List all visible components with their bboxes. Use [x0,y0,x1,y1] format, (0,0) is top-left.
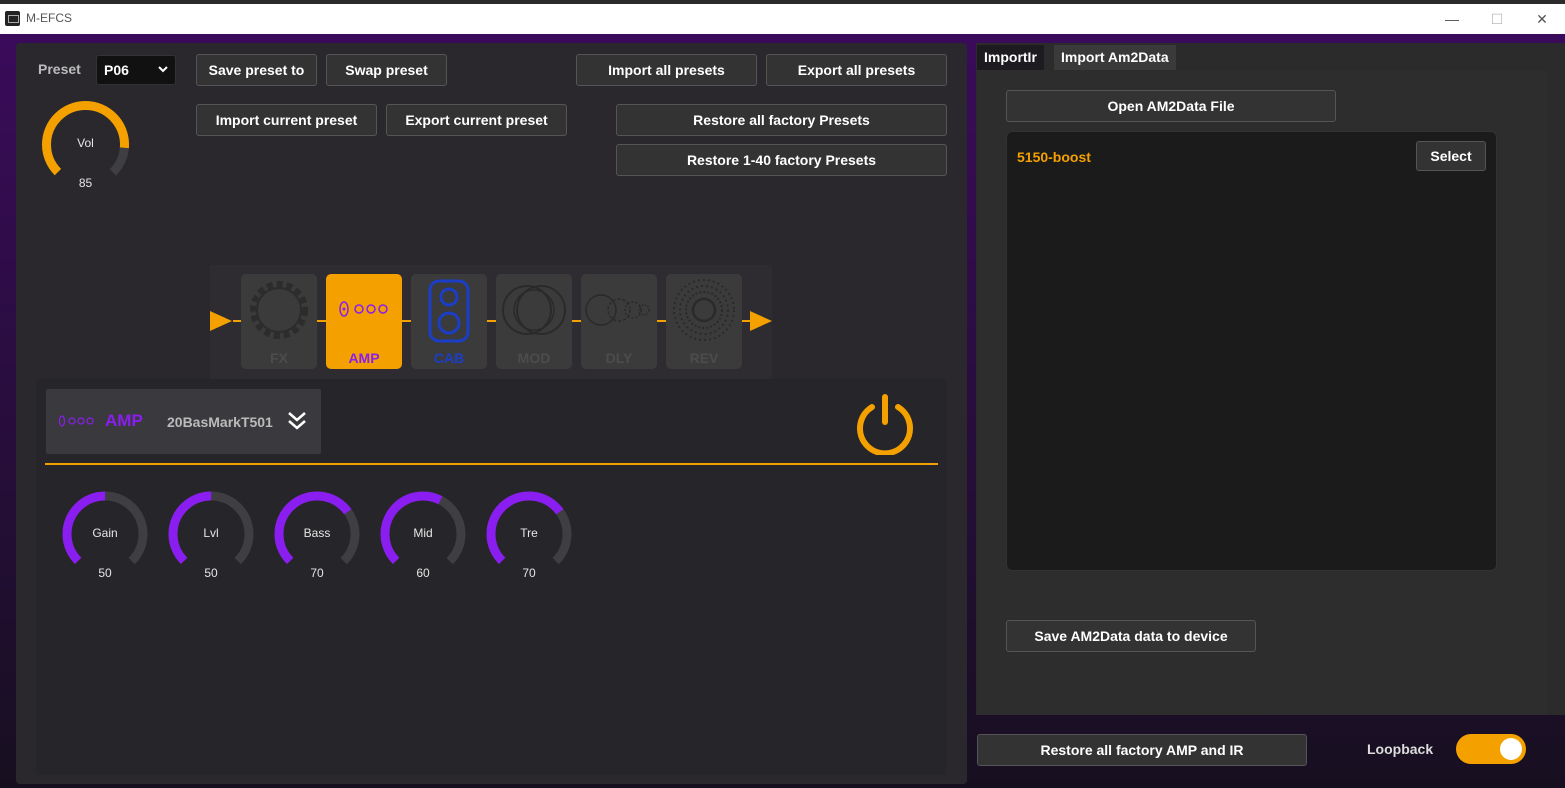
loopback-label: Loopback [1367,741,1434,757]
bass-knob[interactable]: Bass 70 [270,487,364,581]
amp-knobs-icon [339,301,388,317]
knob-value: 70 [310,566,324,580]
chain-block-label: DLY [605,350,633,366]
import-all-presets-button[interactable]: Import all presets [576,54,757,86]
chain-block-label: CAB [433,350,465,366]
gear-ring-icon [250,281,308,339]
dotted-rings-icon [673,279,735,341]
am2data-file-list [1006,131,1497,571]
toggle-thumb [1500,738,1522,760]
knob-value: 50 [204,566,218,580]
preset-dropdown[interactable]: P06 [96,55,176,85]
treble-knob[interactable]: Tre 70 [482,487,576,581]
chain-block-rev[interactable]: REV [666,274,742,369]
chain-block-label: AMP [348,350,380,366]
save-preset-to-button[interactable]: Save preset to [196,54,317,86]
amp-knobs-icon [58,415,94,427]
import-current-preset-button[interactable]: Import current preset [196,104,377,136]
amp-model-selector[interactable]: AMP 20BasMarkT501 [46,389,321,454]
minimize-button[interactable]: — [1432,8,1472,30]
knob-label: Bass [303,526,331,540]
tab-import-am2data[interactable]: Import Am2Data [1054,45,1176,70]
echo-circles-icon [585,294,650,326]
level-knob[interactable]: Lvl 50 [164,487,258,581]
input-arrow-icon [210,311,232,331]
knob-label: Gain [92,526,118,540]
knob-label: Tre [520,526,538,540]
output-arrow-icon [750,311,772,331]
window-title: M-EFCS [26,11,72,25]
open-am2data-file-button[interactable]: Open AM2Data File [1006,90,1336,122]
chain-block-cab[interactable]: CAB [411,274,487,369]
power-button-icon[interactable] [853,391,917,455]
tab-import-ir[interactable]: ImportIr [977,45,1044,70]
chain-block-mod[interactable]: MOD [496,274,572,369]
amp-header-divider [45,463,938,465]
preset-selected-value: P06 [104,62,129,78]
double-chevron-down-icon [288,412,306,430]
swap-preset-button[interactable]: Swap preset [326,54,447,86]
export-all-presets-button[interactable]: Export all presets [766,54,947,86]
title-bar: M-EFCS — ☐ ✕ [0,4,1565,34]
restore-all-factory-presets-button[interactable]: Restore all factory Presets [616,104,947,136]
volume-value: 85 [78,176,93,190]
mid-knob[interactable]: Mid 60 [376,487,470,581]
gain-knob[interactable]: Gain 50 [58,487,152,581]
close-button[interactable]: ✕ [1522,8,1562,30]
file-list-item-name: 5150-boost [1017,149,1091,165]
app-icon [5,11,20,26]
chain-block-dly[interactable]: DLY [581,274,657,369]
restore-1-40-factory-presets-button[interactable]: Restore 1-40 factory Presets [616,144,947,176]
knob-value: 50 [98,566,112,580]
chain-block-label: MOD [517,350,551,366]
chevron-down-icon [158,66,168,73]
export-current-preset-button[interactable]: Export current preset [386,104,567,136]
chain-block-label: REV [689,350,719,366]
amp-model-name: 20BasMarkT501 [167,414,273,430]
amp-type-label: AMP [105,411,143,430]
knob-value: 70 [522,566,536,580]
volume-label: Vol [77,136,94,150]
speaker-cabinet-icon [428,279,470,343]
knob-label: Mid [413,526,433,540]
select-file-button[interactable]: Select [1416,141,1486,171]
restore-factory-amp-ir-button[interactable]: Restore all factory AMP and IR [977,734,1307,766]
chain-block-label: FX [270,350,288,366]
knob-label: Lvl [203,526,219,540]
maximize-button[interactable]: ☐ [1477,8,1517,30]
save-am2data-to-device-button[interactable]: Save AM2Data data to device [1006,620,1256,652]
chain-block-fx[interactable]: FX [241,274,317,369]
volume-knob[interactable]: Vol 85 [38,97,133,192]
loopback-toggle[interactable] [1456,734,1526,764]
knob-value: 60 [416,566,430,580]
overlapping-circles-icon [502,285,566,335]
preset-label: Preset [38,61,81,77]
chain-block-amp[interactable]: AMP [326,274,402,369]
